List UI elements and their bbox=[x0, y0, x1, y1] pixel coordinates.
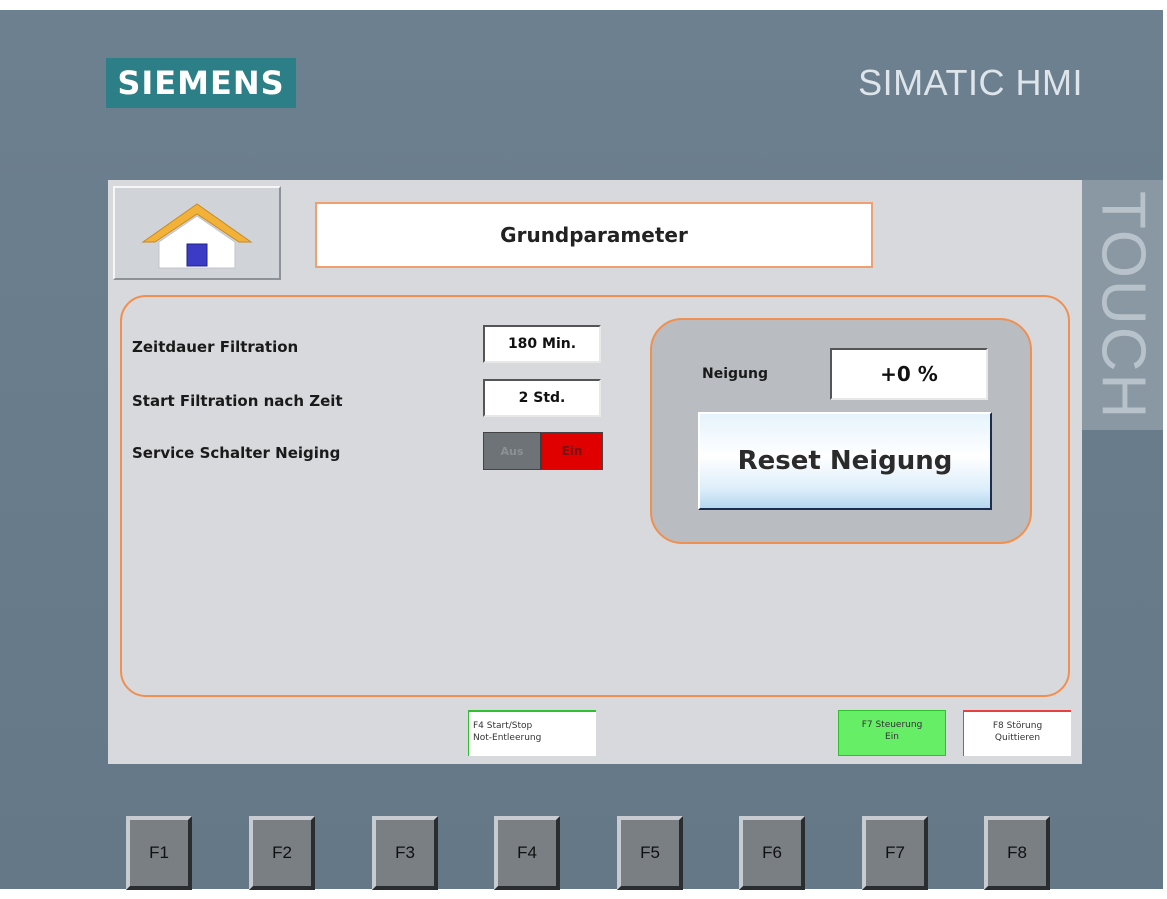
siemens-logo: SIEMENS bbox=[106, 58, 296, 108]
house-icon bbox=[141, 203, 253, 269]
tilt-value-field: +0 % bbox=[830, 348, 988, 400]
service-switch-toggle[interactable]: Aus Ein bbox=[483, 432, 603, 470]
f7-key[interactable]: F7 bbox=[862, 816, 928, 890]
filtration-duration-label: Zeitdauer Filtration bbox=[132, 338, 299, 356]
service-switch-label: Service Schalter Neiging bbox=[132, 444, 341, 462]
hardware-key-row: F1 F2 F3 F4 F5 F6 F7 F8 bbox=[0, 810, 1163, 899]
product-name: SIMATIC HMI bbox=[858, 62, 1083, 103]
f7-function-label: F7 Steuerung Ein bbox=[838, 710, 946, 756]
hmi-bezel: SIEMENS SIMATIC HMI TOUCH Grundparameter… bbox=[0, 10, 1163, 890]
f3-key[interactable]: F3 bbox=[372, 816, 438, 890]
switch-on-side: Ein bbox=[542, 433, 602, 469]
f4-label-line1: F4 Start/Stop bbox=[473, 721, 533, 731]
f4-label-line2: Not-Entleerung bbox=[473, 733, 542, 743]
page-title: Grundparameter bbox=[315, 202, 873, 268]
f8-label-line1: F8 Störung bbox=[992, 721, 1043, 731]
f7-label-line2: Ein bbox=[885, 732, 899, 742]
f8-label-line2: Quittieren bbox=[994, 733, 1041, 743]
f1-key[interactable]: F1 bbox=[126, 816, 192, 890]
f4-function-label: F4 Start/Stop Not-Entleerung bbox=[468, 710, 596, 756]
home-button[interactable] bbox=[113, 186, 281, 280]
f4-key[interactable]: F4 bbox=[494, 816, 560, 890]
filtration-start-field[interactable]: 2 Std. bbox=[483, 379, 601, 417]
f7-label-line1: F7 Steuerung bbox=[861, 720, 923, 730]
filtration-duration-field[interactable]: 180 Min. bbox=[483, 325, 601, 363]
hmi-screen: Grundparameter Zeitdauer Filtration 180 … bbox=[108, 180, 1082, 764]
switch-off-side: Aus bbox=[484, 433, 542, 469]
f6-key[interactable]: F6 bbox=[739, 816, 805, 890]
touch-label: TOUCH bbox=[1088, 191, 1158, 421]
f5-key[interactable]: F5 bbox=[617, 816, 683, 890]
f8-function-label: F8 Störung Quittieren bbox=[963, 710, 1071, 756]
f8-key[interactable]: F8 bbox=[984, 816, 1050, 890]
f2-key[interactable]: F2 bbox=[249, 816, 315, 890]
filtration-start-label: Start Filtration nach Zeit bbox=[132, 392, 343, 410]
tilt-label: Neigung bbox=[702, 366, 768, 382]
reset-tilt-button[interactable]: Reset Neigung bbox=[698, 412, 992, 510]
